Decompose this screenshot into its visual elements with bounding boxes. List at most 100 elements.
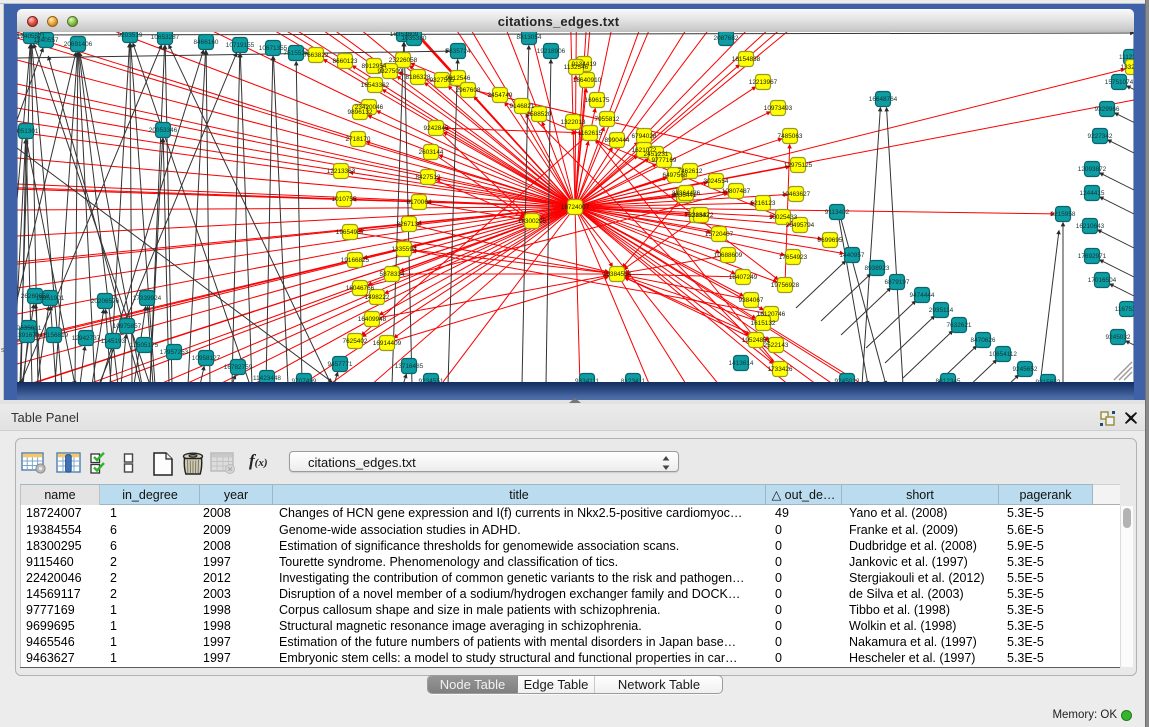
svg-text:9699695: 9699695	[818, 237, 843, 244]
svg-text:8812345: 8812345	[936, 378, 961, 382]
svg-text:16782759: 16782759	[224, 364, 253, 371]
svg-text:18407249: 18407249	[729, 274, 758, 281]
svg-text:10975857: 10975857	[113, 323, 142, 330]
svg-text:6216123: 6216123	[751, 200, 776, 207]
svg-text:1696175: 1696175	[585, 97, 610, 104]
svg-text:1322013: 1322013	[561, 119, 586, 126]
svg-text:9227342: 9227342	[1088, 133, 1113, 140]
svg-text:9384067: 9384067	[739, 297, 764, 304]
svg-text:18640910: 18640910	[573, 77, 602, 84]
svg-text:8170064: 8170064	[407, 199, 432, 206]
svg-text:1391679: 1391679	[17, 332, 40, 339]
svg-text:10807487: 10807487	[722, 188, 751, 195]
svg-text:2522143: 2522143	[764, 342, 789, 349]
svg-text:9215652: 9215652	[1036, 379, 1061, 382]
svg-text:1588520: 1588520	[527, 111, 552, 118]
svg-text:19166825: 19166825	[341, 257, 370, 264]
svg-text:9474444: 9474444	[910, 292, 935, 299]
svg-text:3215958: 3215958	[1051, 211, 1076, 218]
svg-text:17016504: 17016504	[1088, 277, 1117, 284]
svg-text:1010755: 1010755	[332, 196, 357, 203]
svg-text:20495794: 20495794	[786, 222, 815, 229]
svg-text:17957253: 17957253	[160, 349, 189, 356]
svg-text:10654112: 10654112	[989, 351, 1017, 358]
svg-text:16648764: 16648764	[869, 96, 898, 103]
svg-text:18724007: 18724007	[561, 204, 590, 211]
svg-text:10719155: 10719155	[226, 42, 255, 49]
svg-text:16409948: 16409948	[358, 316, 387, 323]
svg-text:7663822: 7663822	[304, 52, 329, 59]
svg-text:19384554: 19384554	[603, 271, 632, 278]
svg-text:1440957: 1440957	[840, 252, 865, 259]
svg-text:15751074: 15751074	[1105, 79, 1134, 86]
svg-text:19218906: 19218906	[537, 48, 566, 55]
svg-text:8813054: 8813054	[517, 34, 542, 41]
svg-text:19654987: 19654987	[336, 229, 365, 236]
svg-text:1733426: 1733426	[768, 366, 793, 373]
svg-text:9327505: 9327505	[430, 77, 455, 84]
svg-text:7632621: 7632621	[947, 322, 972, 329]
svg-text:9457771: 9457771	[328, 361, 353, 368]
svg-text:12213967: 12213967	[749, 79, 778, 86]
svg-text:8938923: 8938923	[865, 265, 890, 272]
svg-text:2051301: 2051301	[17, 128, 39, 135]
svg-text:12156819: 12156819	[40, 332, 69, 339]
svg-text:10653287: 10653287	[151, 34, 180, 41]
svg-text:16543362: 16543362	[361, 82, 390, 89]
svg-text:9234551: 9234551	[419, 378, 444, 382]
svg-text:12213363: 12213363	[327, 168, 356, 175]
svg-text:2935114: 2935114	[929, 307, 954, 314]
svg-text:1167534: 1167534	[1115, 306, 1134, 313]
svg-text:9777169: 9777169	[652, 157, 677, 164]
svg-text:16154838: 16154838	[732, 56, 761, 63]
svg-text:9245652: 9245652	[1013, 366, 1038, 373]
svg-text:7955812: 7955812	[595, 116, 620, 123]
svg-text:3454749: 3454749	[488, 92, 513, 99]
svg-text:18300295: 18300295	[518, 218, 547, 225]
svg-text:8123411: 8123411	[621, 378, 646, 382]
svg-text:9635001: 9635001	[17, 325, 42, 332]
svg-text:20053346: 20053346	[149, 127, 178, 134]
svg-text:18951901: 18951901	[36, 295, 65, 302]
svg-text:9896132: 9896132	[348, 109, 373, 116]
svg-text:2718170: 2718170	[346, 136, 371, 143]
svg-text:23226058: 23226058	[389, 57, 418, 64]
svg-text:7485063: 7485063	[778, 133, 803, 140]
svg-text:9242845: 9242845	[424, 125, 449, 132]
svg-text:9327509: 9327509	[378, 68, 403, 75]
svg-text:8990444: 8990444	[605, 137, 630, 144]
svg-text:8470626: 8470626	[971, 337, 996, 344]
svg-text:9329966: 9329966	[1095, 106, 1120, 113]
svg-text:10688609: 10688609	[714, 252, 743, 259]
svg-text:8466160: 8466160	[194, 39, 219, 46]
svg-text:10973493: 10973493	[764, 105, 793, 112]
svg-text:9707499: 9707499	[292, 378, 317, 382]
svg-text:16210643: 16210643	[1076, 223, 1105, 230]
svg-text:19463627: 19463627	[782, 191, 811, 198]
svg-text:7625402: 7625402	[343, 338, 368, 345]
svg-text:8267130: 8267130	[397, 221, 422, 228]
svg-text:2087682: 2087682	[714, 35, 739, 42]
svg-text:16120746: 16120746	[757, 311, 786, 318]
svg-text:17654923: 17654923	[779, 254, 808, 261]
svg-text:9334111: 9334111	[575, 378, 599, 382]
svg-text:1112345: 1112345	[1119, 54, 1134, 61]
svg-text:1035380: 1035380	[402, 35, 427, 42]
svg-text:8186328: 8186328	[406, 74, 431, 81]
svg-text:9203519: 9203519	[118, 32, 143, 39]
svg-text:2603144: 2603144	[419, 149, 444, 156]
svg-text:1145193: 1145193	[101, 338, 126, 345]
svg-text:1413614: 1413614	[729, 360, 754, 367]
svg-text:1132546: 1132546	[564, 64, 589, 71]
svg-text:16914409: 16914409	[373, 340, 402, 347]
svg-text:2967608: 2967608	[456, 87, 481, 94]
svg-text:2386372: 2386372	[689, 212, 714, 219]
svg-text:9245012: 9245012	[835, 378, 860, 382]
svg-text:1244415: 1244415	[1080, 190, 1105, 197]
svg-text:12093872: 12093872	[1078, 166, 1107, 173]
svg-text:9113402: 9113402	[825, 209, 850, 216]
svg-text:9245032: 9245032	[1106, 334, 1131, 341]
svg-text:5878334: 5878334	[380, 271, 405, 278]
svg-text:1615132: 1615132	[751, 320, 776, 327]
svg-text:1335594: 1335594	[392, 246, 417, 253]
